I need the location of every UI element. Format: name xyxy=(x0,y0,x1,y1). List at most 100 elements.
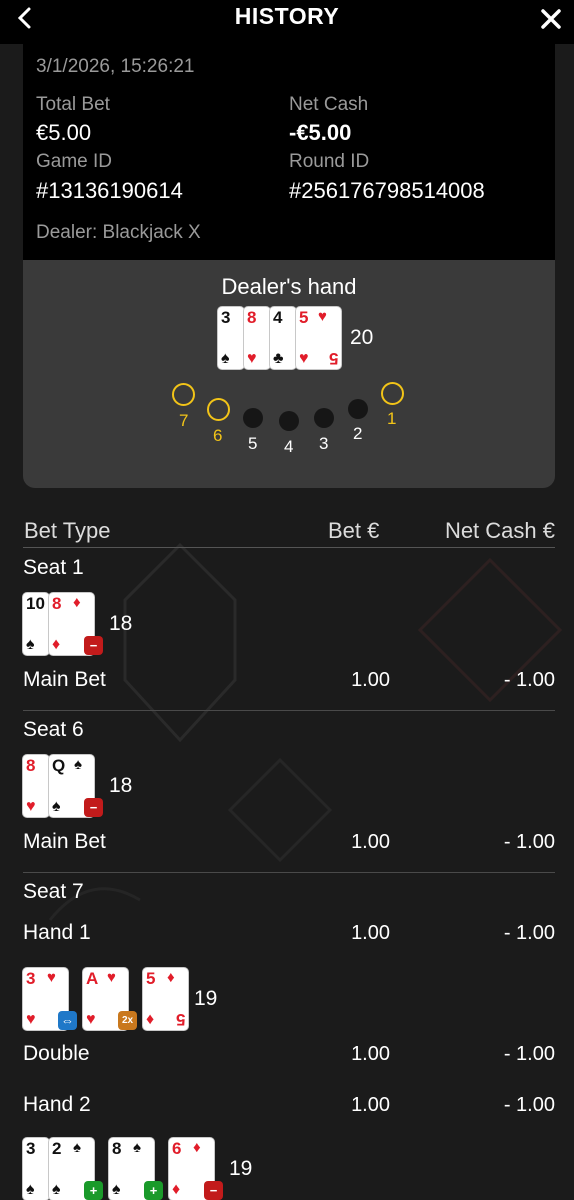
card-suit: ♦ xyxy=(146,1011,155,1028)
seat-7-hand-1-score: 19 xyxy=(194,987,218,1010)
plus-badge-icon: + xyxy=(84,1181,103,1200)
card-rank: 6 xyxy=(172,1139,182,1158)
card-suit: ♥ xyxy=(86,1011,96,1028)
seat-6-bet: 1.00 xyxy=(351,831,390,853)
minus-badge-icon: − xyxy=(84,798,103,817)
playing-card: 8 ♥ xyxy=(244,307,270,369)
close-icon[interactable] xyxy=(536,4,566,34)
card-suit: ♦ xyxy=(73,594,81,611)
seat-7-double-net: - 1.00 xyxy=(503,1043,555,1065)
seat-number-2: 2 xyxy=(353,424,363,443)
col-bet-type: Bet Type xyxy=(24,518,111,543)
card-rank: A xyxy=(86,969,99,988)
card-rank: 3 xyxy=(26,969,36,988)
playing-card: 3 ♠ xyxy=(218,307,244,369)
card-rank: 5 xyxy=(146,969,156,988)
seat-1-net: - 1.00 xyxy=(503,669,555,691)
card-suit: ♠ xyxy=(73,1139,81,1156)
minus-badge-icon: − xyxy=(84,636,103,655)
game-id-label: Game ID xyxy=(36,151,113,172)
playing-card: 5 ♦ ♦ 5 xyxy=(143,968,188,1030)
seat-1-bet-type: Main Bet xyxy=(23,668,106,691)
card-suit: ♦ xyxy=(193,1139,201,1156)
seat-marker-4 xyxy=(279,411,299,431)
net-cash-label: Net Cash xyxy=(289,94,369,115)
card-suit: ♠ xyxy=(26,636,35,653)
card-suit: ♥ xyxy=(26,1011,36,1028)
playing-card: 4 ♣ xyxy=(270,307,296,369)
col-bet: Bet € xyxy=(328,518,380,543)
seat-marker-1 xyxy=(381,382,404,405)
round-summary: 3/1/2026, 15:26:21 Total Bet €5.00 Net C… xyxy=(23,44,555,260)
card-rank: 5 xyxy=(175,1010,185,1029)
seat-6-score: 18 xyxy=(109,774,133,797)
seat-7-label: Seat 7 xyxy=(23,880,84,903)
seat-marker-3 xyxy=(314,408,334,428)
col-net-cash: Net Cash € xyxy=(444,518,555,543)
seat-7-hand-2-label: Hand 2 xyxy=(23,1093,91,1116)
card-suit: ♦ xyxy=(172,1181,181,1198)
card-suit: ♦ xyxy=(167,969,175,986)
top-bar: HISTORY xyxy=(0,0,574,44)
seat-marker-2 xyxy=(348,399,368,419)
card-suit: ♠ xyxy=(74,756,82,773)
playing-card: 5 ♥ ♥ 5 xyxy=(296,307,341,369)
card-suit: ♦ xyxy=(52,636,61,653)
seat-7-hand-2-score: 19 xyxy=(229,1157,253,1180)
table-header: Bet Type Bet € Net Cash € xyxy=(23,516,555,548)
card-rank: 8 xyxy=(26,756,36,775)
seat-marker-6 xyxy=(207,398,230,421)
seat-number-6: 6 xyxy=(213,426,223,445)
seat-6-label: Seat 6 xyxy=(23,718,84,741)
card-suit: ♠ xyxy=(133,1139,141,1156)
card-suit: ♠ xyxy=(112,1181,121,1198)
dealer-score: 20 xyxy=(350,326,374,349)
card-rank: 2 xyxy=(52,1139,62,1158)
dealer-name: Dealer: Blackjack X xyxy=(36,222,201,243)
dealer-hand-panel: Dealer's hand 3 ♠ 8 ♥ 4 ♣ 5 ♥ ♥ 5 20 7 6… xyxy=(23,260,555,488)
seat-7-double-bet: 1.00 xyxy=(351,1043,390,1065)
total-bet-value: €5.00 xyxy=(36,120,92,145)
seat-6-net: - 1.00 xyxy=(503,831,555,853)
card-rank: 4 xyxy=(273,308,283,327)
seat-number-3: 3 xyxy=(319,434,329,453)
card-suit: ♠ xyxy=(26,1181,35,1198)
divider xyxy=(23,710,555,711)
card-suit: ♠ xyxy=(221,350,230,367)
playing-card: 10 ♠ xyxy=(23,593,49,655)
seat-7-hand-1-label: Hand 1 xyxy=(23,921,91,944)
dealer-cards: 3 ♠ 8 ♥ 4 ♣ 5 ♥ ♥ 5 xyxy=(218,307,348,371)
card-rank: 8 xyxy=(247,308,257,327)
double-badge-icon: 2x xyxy=(118,1011,137,1030)
seat-7-hand-2-bet: 1.00 xyxy=(351,1094,390,1116)
seat-marker-5 xyxy=(243,408,263,428)
card-rank: 3 xyxy=(26,1139,36,1158)
card-suit: ♥ xyxy=(247,350,257,367)
card-suit: ♠ xyxy=(52,1181,61,1198)
card-suit: ♥ xyxy=(107,969,116,986)
page-title: HISTORY xyxy=(234,3,340,29)
card-rank: 8 xyxy=(112,1139,122,1158)
card-rank: Q xyxy=(52,756,66,775)
seat-1-label: Seat 1 xyxy=(23,556,84,579)
game-id-value: #13136190614 xyxy=(36,178,183,203)
card-suit: ♥ xyxy=(299,350,309,367)
card-rank: 5 xyxy=(299,308,309,327)
playing-card: 8 ♥ xyxy=(23,755,49,817)
divider xyxy=(23,872,555,873)
seat-6-bet-type: Main Bet xyxy=(23,830,106,853)
total-bet-label: Total Bet xyxy=(36,94,110,115)
seat-number-4: 4 xyxy=(284,437,294,456)
seat-1-score: 18 xyxy=(109,612,133,635)
seat-7-double-label: Double xyxy=(23,1042,90,1065)
seat-number-5: 5 xyxy=(248,434,258,453)
seat-7-hand-1-net: - 1.00 xyxy=(503,922,555,944)
card-suit: ♣ xyxy=(273,350,284,367)
round-id-value: #256176798514008 xyxy=(289,178,485,203)
round-datetime: 3/1/2026, 15:26:21 xyxy=(36,56,195,77)
seat-number-7: 7 xyxy=(179,411,189,430)
card-suit: ♥ xyxy=(47,969,56,986)
seat-7-hand-1-bet: 1.00 xyxy=(351,922,390,944)
net-cash-value: -€5.00 xyxy=(289,120,352,145)
card-suit: ♥ xyxy=(26,798,36,815)
